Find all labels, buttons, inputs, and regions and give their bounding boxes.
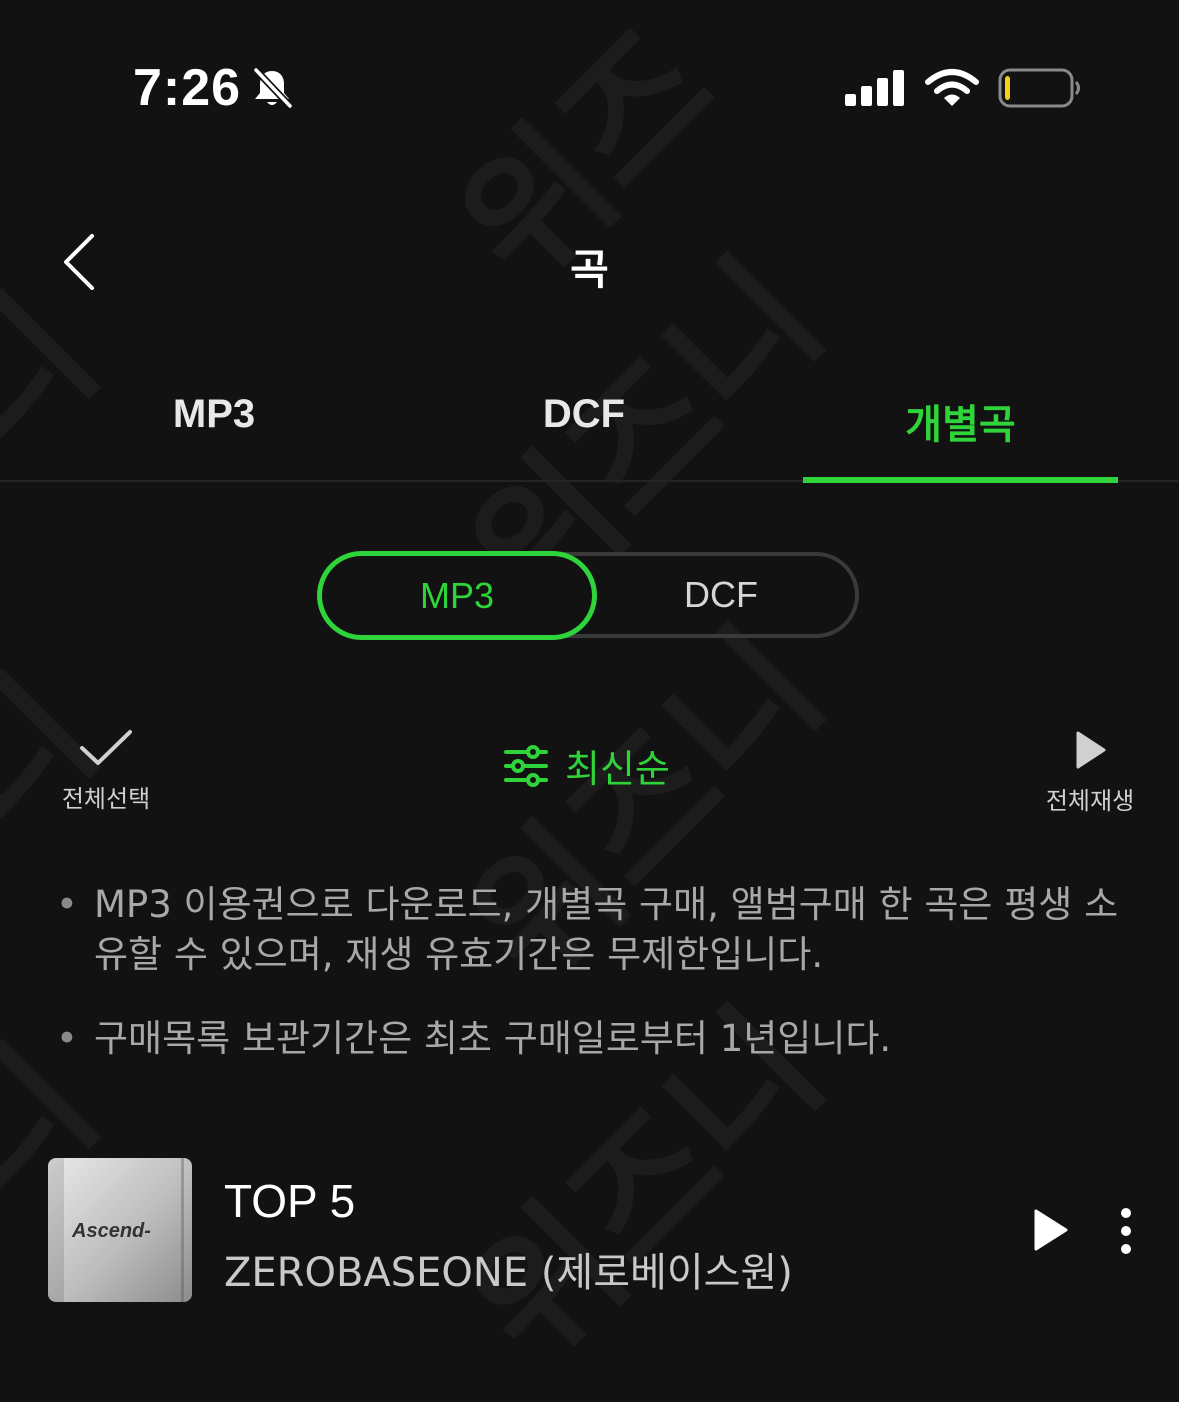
select-all-button[interactable]: 전체선택 [52,728,160,814]
sort-button[interactable]: 최신순 [503,738,670,793]
play-all-button[interactable]: 전체재생 [1032,730,1148,816]
select-all-label: 전체선택 [61,785,151,813]
cellular-signal-icon [845,70,907,111]
notice-item: • MP3 이용권으로 다운로드, 개별곡 구매, 앨범구매 한 곡은 평생 소… [56,883,1119,976]
notice-item: • 구매목록 보관기간은 최초 구매일로부터 1년입니다. [56,1017,892,1060]
album-art-text: Ascend- [72,1220,151,1242]
wifi-icon [925,68,979,113]
battery-icon [998,68,1082,115]
tab-single-songs[interactable]: 개별곡 [803,392,1118,450]
song-artist[interactable]: ZEROBASEONE (제로베이스원) [224,1240,793,1298]
format-toggle-mp3[interactable]: MP3 [317,551,597,640]
format-toggle-dcf[interactable]: DCF [600,552,842,638]
song-more-button[interactable] [1118,1205,1134,1262]
play-icon [1076,731,1106,769]
play-icon [1034,1209,1068,1251]
song-play-button[interactable] [1030,1207,1070,1258]
song-title[interactable]: TOP 5 [224,1174,355,1228]
sort-label: 최신순 [565,747,670,791]
page-title: 곡 [570,245,609,294]
notice-text: MP3 이용권으로 다운로드, 개별곡 구매, 앨범구매 한 곡은 평생 소유할… [94,883,1119,976]
sliders-icon [504,744,548,787]
checkmark-icon [80,730,132,765]
notice-list: • MP3 이용권으로 다운로드, 개별곡 구매, 앨범구매 한 곡은 평생 소… [56,880,1136,1098]
tab-dcf[interactable]: DCF [470,392,698,437]
play-all-label: 전체재생 [1045,787,1135,815]
notice-text: 구매목록 보관기간은 최초 구매일로부터 1년입니다. [94,1017,892,1060]
status-time: 7:26 [133,59,242,117]
active-tab-indicator [803,477,1118,483]
album-art[interactable]: Ascend- [48,1158,192,1302]
bell-slash-icon [250,66,294,115]
more-vertical-icon [1121,1208,1131,1254]
tab-mp3[interactable]: MP3 [100,392,328,437]
